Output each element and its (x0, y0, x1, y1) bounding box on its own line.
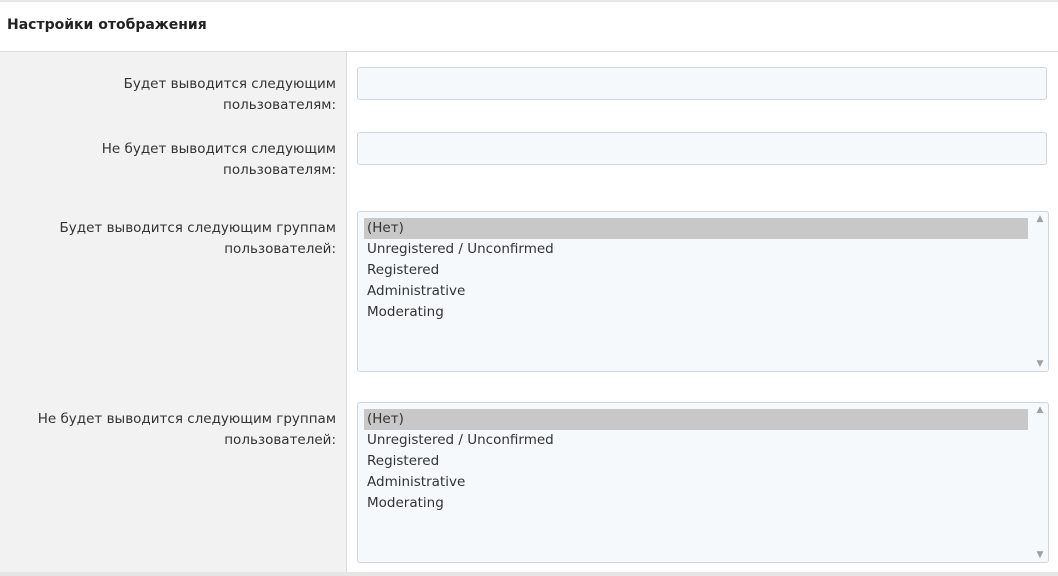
hide-users-label-line1: Не будет выводится следующим (101, 141, 336, 157)
hide-users-label: Не будет выводится следующим пользовател… (16, 139, 336, 181)
hide-groups-label: Не будет выводится следующим группам пол… (16, 409, 336, 451)
chevron-down-icon[interactable]: ▼ (1035, 359, 1045, 369)
hide-users-input[interactable] (357, 132, 1047, 165)
listbox-scrollbar[interactable]: ▲ ▼ (1032, 403, 1048, 562)
show-groups-label: Будет выводится следующим группам пользо… (16, 218, 336, 260)
listbox-option[interactable]: (Нет) (364, 409, 1028, 430)
show-groups-label-line1: Будет выводится следующим группам (59, 220, 336, 236)
listbox-option[interactable]: Moderating (364, 493, 1028, 514)
hide-groups-label-line2: пользователей: (224, 432, 336, 448)
hide-groups-label-line1: Не будет выводится следующим группам (37, 411, 336, 427)
listbox-option[interactable]: Unregistered / Unconfirmed (364, 430, 1028, 451)
show-groups-listbox[interactable]: (Нет) Unregistered / Unconfirmed Registe… (357, 211, 1049, 372)
listbox-option[interactable]: Registered (364, 451, 1028, 472)
hide-groups-listbox[interactable]: (Нет) Unregistered / Unconfirmed Registe… (357, 402, 1049, 563)
section-header: Настройки отображения (0, 2, 1058, 52)
listbox-option[interactable]: Administrative (364, 472, 1028, 493)
show-users-label-text: Будет выводится следующим пользователям: (123, 76, 336, 113)
listbox-option[interactable]: Registered (364, 260, 1028, 281)
listbox-scrollbar[interactable]: ▲ ▼ (1032, 212, 1048, 371)
listbox-option[interactable]: Moderating (364, 302, 1028, 323)
listbox-option[interactable]: (Нет) (364, 218, 1028, 239)
section-title: Настройки отображения (7, 17, 207, 33)
listbox-option[interactable]: Unregistered / Unconfirmed (364, 239, 1028, 260)
show-groups-options: (Нет) Unregistered / Unconfirmed Registe… (364, 218, 1028, 323)
hide-users-label-line2: пользователям: (223, 162, 336, 178)
chevron-down-icon[interactable]: ▼ (1035, 550, 1045, 560)
label-column (0, 52, 347, 572)
chevron-up-icon[interactable]: ▲ (1035, 405, 1045, 415)
show-users-input[interactable] (357, 67, 1047, 100)
listbox-option[interactable]: Administrative (364, 281, 1028, 302)
chevron-up-icon[interactable]: ▲ (1035, 214, 1045, 224)
hide-groups-options: (Нет) Unregistered / Unconfirmed Registe… (364, 409, 1028, 514)
show-groups-label-line2: пользователей: (224, 241, 336, 257)
bottom-border (0, 572, 1058, 576)
display-settings-page: Настройки отображения Будет выводится сл… (0, 0, 1058, 576)
show-users-label: Будет выводится следующим пользователям: (16, 74, 336, 116)
